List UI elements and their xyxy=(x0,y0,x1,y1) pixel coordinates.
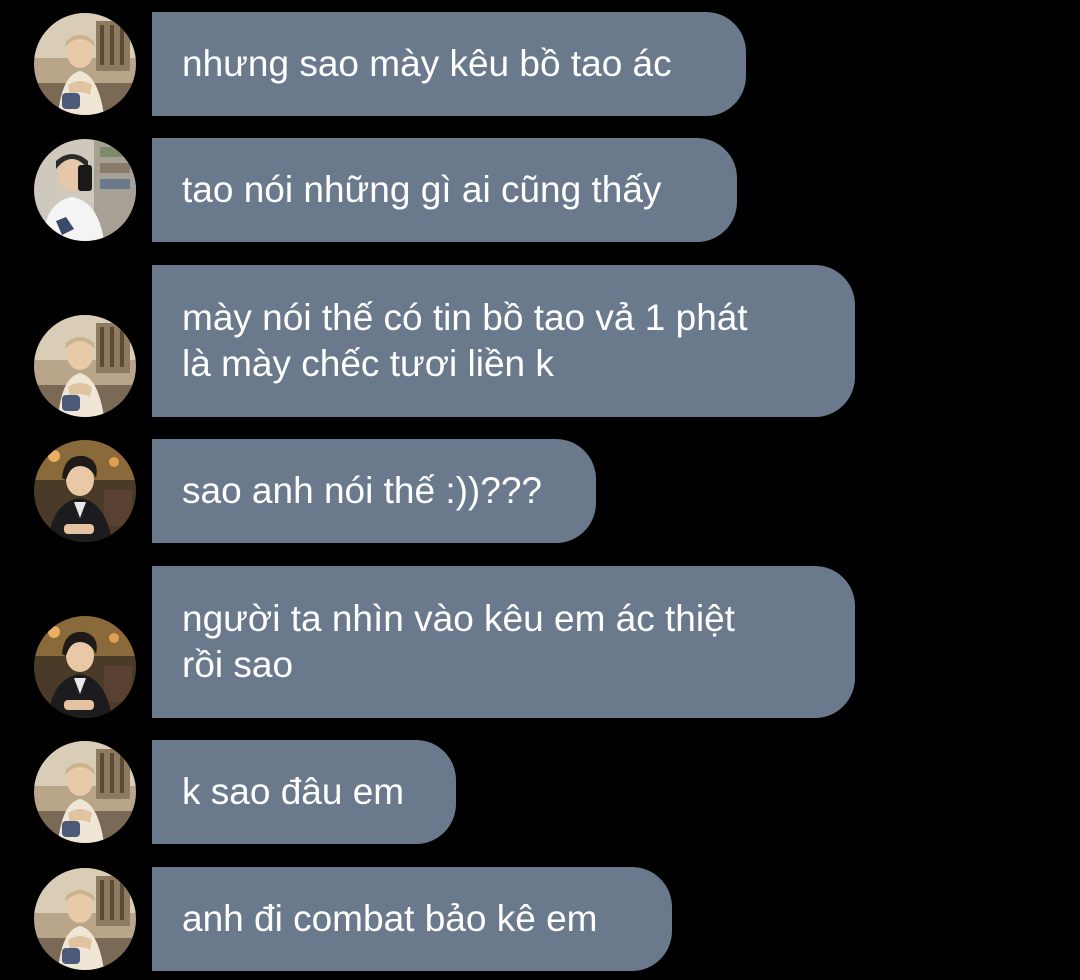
avatar[interactable] xyxy=(34,741,136,843)
avatar[interactable] xyxy=(34,315,136,417)
message-bubble[interactable]: k sao đâu em xyxy=(152,740,456,844)
message-text: tao nói những gì ai cũng thấy xyxy=(182,169,662,210)
message-text: k sao đâu em xyxy=(182,771,405,812)
message-row: k sao đâu em xyxy=(0,740,1080,844)
message-row: người ta nhìn vào kêu em ác thiệt rồi sa… xyxy=(0,566,1080,718)
message-row: nhưng sao mày kêu bồ tao ác xyxy=(0,12,1080,116)
message-text-line-1: người ta nhìn vào kêu em ác thiệt xyxy=(182,598,735,639)
message-row: sao anh nói thế :))??? xyxy=(0,439,1080,543)
message-row: tao nói những gì ai cũng thấy xyxy=(0,138,1080,242)
avatar[interactable] xyxy=(34,139,136,241)
message-text: anh đi combat bảo kê em xyxy=(182,898,598,939)
avatar-mirror-selfie-image xyxy=(34,139,136,241)
message-text: nhưng sao mày kêu bồ tao ác xyxy=(182,43,672,84)
avatar-blond-cafe-image xyxy=(34,13,136,115)
message-row: mày nói thế có tin bồ tao vả 1 phát là m… xyxy=(0,265,1080,417)
avatar-blond-cafe-image xyxy=(34,315,136,417)
message-bubble[interactable]: sao anh nói thế :))??? xyxy=(152,439,596,543)
avatar-dark-jacket-image xyxy=(34,440,136,542)
message-text-line-2: rồi sao xyxy=(182,644,294,685)
message-text-line-1: mày nói thế có tin bồ tao vả 1 phát xyxy=(182,297,748,338)
message-text: sao anh nói thế :))??? xyxy=(182,470,542,511)
message-bubble[interactable]: người ta nhìn vào kêu em ác thiệt rồi sa… xyxy=(152,566,855,718)
avatar[interactable] xyxy=(34,440,136,542)
message-row: anh đi combat bảo kê em xyxy=(0,867,1080,971)
message-bubble[interactable]: mày nói thế có tin bồ tao vả 1 phát là m… xyxy=(152,265,855,417)
message-bubble[interactable]: nhưng sao mày kêu bồ tao ác xyxy=(152,12,746,116)
avatar-dark-jacket-image xyxy=(34,616,136,718)
avatar[interactable] xyxy=(34,868,136,970)
avatar-blond-cafe-image xyxy=(34,868,136,970)
avatar[interactable] xyxy=(34,13,136,115)
message-text-line-2: là mày chếc tươi liền k xyxy=(182,343,554,384)
chat-thread: nhưng sao mày kêu bồ tao ác tao nói nhữn… xyxy=(0,0,1080,980)
avatar[interactable] xyxy=(34,616,136,718)
message-bubble[interactable]: tao nói những gì ai cũng thấy xyxy=(152,138,737,242)
avatar-blond-cafe-image xyxy=(34,741,136,843)
message-bubble[interactable]: anh đi combat bảo kê em xyxy=(152,867,672,971)
